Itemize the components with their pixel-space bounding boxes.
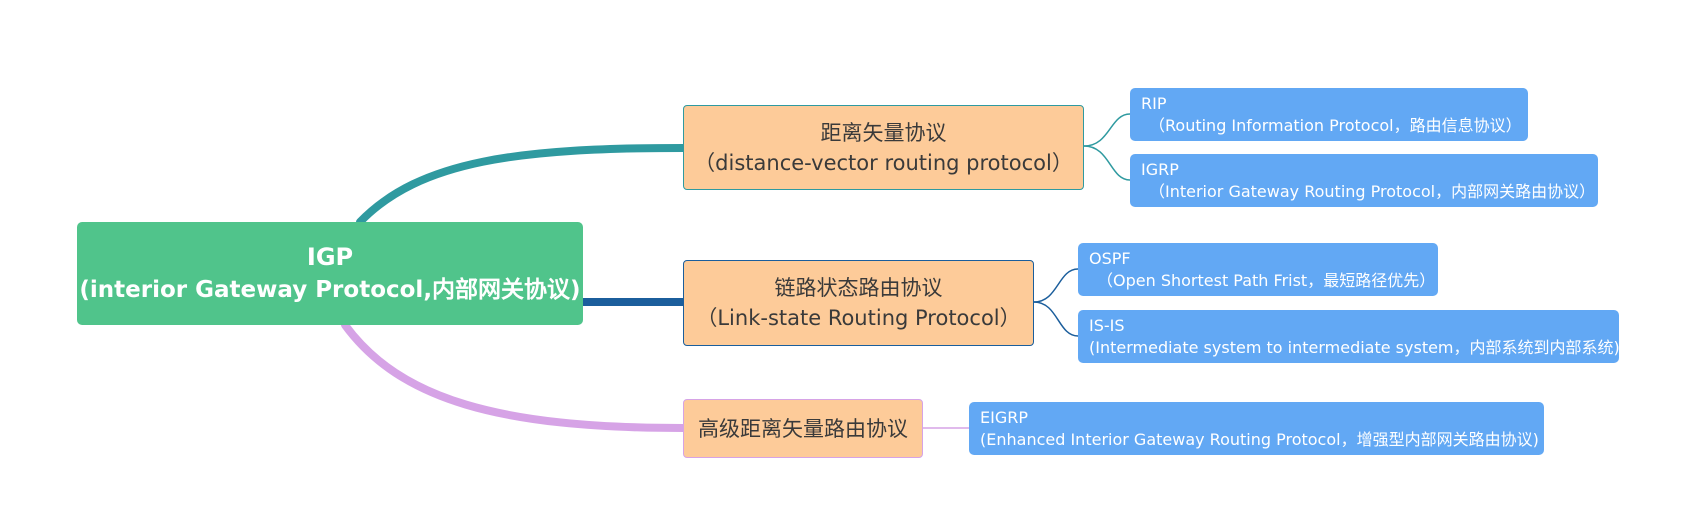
branch-label: 距离矢量协议 <box>820 120 947 145</box>
edge-root-advanced <box>341 321 687 432</box>
leaf-name: EIGRP <box>980 407 1028 427</box>
branch-sublabel: （Link-state Routing Protocol） <box>696 306 1021 330</box>
edge-ls-isis <box>1033 301 1079 337</box>
edge-root-distance-vector <box>356 144 687 226</box>
leaf-node-igrp[interactable]: IGRP （Interior Gateway Routing Protocol，… <box>1130 154 1598 207</box>
edge-ls-ospf <box>1033 268 1079 303</box>
leaf-desc: (Enhanced Interior Gateway Routing Proto… <box>980 429 1539 449</box>
leaf-node-ospf[interactable]: OSPF （Open Shortest Path Frist，最短路径优先） <box>1078 243 1438 296</box>
root-title: IGP <box>306 242 354 271</box>
leaf-name: RIP <box>1141 93 1167 113</box>
branch-node-distance-vector[interactable]: 距离矢量协议 （distance-vector routing protocol… <box>683 105 1084 190</box>
branch-label: 链路状态路由协议 <box>774 276 943 300</box>
root-subtitle: (interior Gateway Protocol,内部网关协议) <box>79 276 581 303</box>
leaf-name: IGRP <box>1141 159 1179 179</box>
branch-label: 高级距离矢量路由协议 <box>698 416 908 441</box>
leaf-node-rip[interactable]: RIP （Routing Information Protocol，路由信息协议… <box>1130 88 1528 141</box>
edge-dv-rip <box>1083 113 1131 147</box>
leaf-name: OSPF <box>1089 248 1131 268</box>
leaf-desc: (Intermediate system to intermediate sys… <box>1089 337 1620 357</box>
leaf-node-eigrp[interactable]: EIGRP (Enhanced Interior Gateway Routing… <box>969 402 1544 455</box>
leaf-desc: （Routing Information Protocol，路由信息协议） <box>1149 115 1522 135</box>
leaf-desc: （Interior Gateway Routing Protocol，内部网关路… <box>1149 181 1596 201</box>
edge-dv-igrp <box>1083 145 1131 181</box>
leaf-name: IS-IS <box>1089 315 1125 335</box>
branch-node-advanced-distance-vector[interactable]: 高级距离矢量路由协议 <box>683 399 923 458</box>
leaf-desc: （Open Shortest Path Frist，最短路径优先） <box>1097 270 1436 290</box>
branch-node-link-state[interactable]: 链路状态路由协议 （Link-state Routing Protocol） <box>683 260 1034 346</box>
leaf-node-is-is[interactable]: IS-IS (Intermediate system to intermedia… <box>1078 310 1620 363</box>
branch-sublabel: （distance-vector routing protocol） <box>694 150 1073 175</box>
root-node-igp[interactable]: IGP (interior Gateway Protocol,内部网关协议) <box>77 222 583 325</box>
